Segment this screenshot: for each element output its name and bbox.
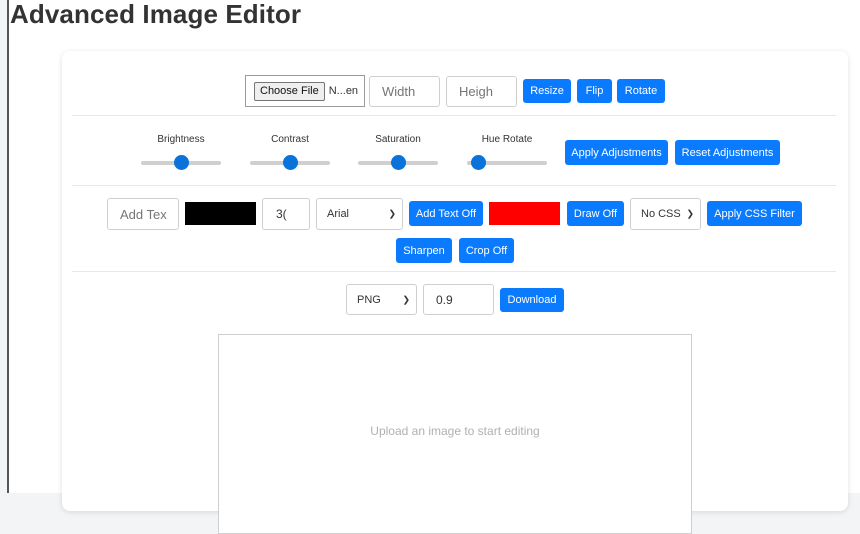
css-filter-value: No CSS bbox=[641, 208, 681, 220]
quality-input[interactable] bbox=[423, 284, 494, 315]
file-name-label: N...en bbox=[328, 85, 359, 97]
format-select[interactable]: PNG ❯ bbox=[346, 284, 417, 315]
brightness-label: Brightness bbox=[157, 134, 205, 145]
section-divider bbox=[72, 115, 836, 116]
page-title: Advanced Image Editor bbox=[10, 0, 302, 29]
font-family-select[interactable]: Arial ❯ bbox=[316, 198, 403, 230]
hue-rotate-slider[interactable] bbox=[467, 155, 547, 171]
reset-adjustments-button[interactable]: Reset Adjustments bbox=[675, 140, 780, 165]
apply-adjustments-button[interactable]: Apply Adjustments bbox=[565, 140, 668, 165]
slider-thumb[interactable] bbox=[471, 155, 486, 170]
height-input[interactable] bbox=[446, 76, 517, 107]
file-input[interactable]: Choose File N...en bbox=[245, 75, 365, 107]
sharpen-button[interactable]: Sharpen bbox=[396, 238, 452, 263]
slider-thumb[interactable] bbox=[173, 155, 189, 170]
draw-toggle-button[interactable]: Draw Off bbox=[567, 201, 624, 226]
resize-button[interactable]: Resize bbox=[523, 79, 571, 103]
image-canvas[interactable]: Upload an image to start editing bbox=[218, 334, 692, 534]
draw-color-picker[interactable] bbox=[489, 202, 560, 225]
slider-thumb[interactable] bbox=[282, 155, 298, 170]
saturation-slider[interactable] bbox=[358, 155, 438, 171]
contrast-label: Contrast bbox=[271, 134, 309, 145]
rotate-button[interactable]: Rotate bbox=[617, 79, 665, 103]
crop-toggle-button[interactable]: Crop Off bbox=[459, 238, 514, 263]
apply-css-filter-button[interactable]: Apply CSS Filter bbox=[707, 201, 802, 226]
brightness-slider[interactable] bbox=[141, 155, 221, 171]
window-left-border bbox=[7, 0, 9, 493]
slider-thumb[interactable] bbox=[390, 155, 406, 170]
add-text-input[interactable] bbox=[107, 198, 179, 230]
font-family-value: Arial bbox=[327, 208, 350, 220]
add-text-toggle-button[interactable]: Add Text Off bbox=[409, 201, 483, 226]
chevron-down-icon: ❯ bbox=[388, 208, 396, 219]
css-filter-select[interactable]: No CSS ❯ bbox=[630, 198, 701, 230]
section-divider bbox=[72, 185, 836, 186]
hue-rotate-label: Hue Rotate bbox=[481, 134, 533, 145]
font-size-input[interactable] bbox=[262, 198, 310, 230]
width-input[interactable] bbox=[369, 76, 440, 107]
text-color-picker[interactable] bbox=[185, 202, 256, 225]
saturation-label: Saturation bbox=[375, 134, 421, 145]
format-value: PNG bbox=[357, 293, 381, 306]
section-divider bbox=[72, 271, 836, 272]
contrast-slider[interactable] bbox=[250, 155, 330, 171]
flip-button[interactable]: Flip bbox=[577, 79, 612, 103]
download-button[interactable]: Download bbox=[500, 288, 564, 312]
choose-file-button[interactable]: Choose File bbox=[254, 81, 325, 101]
chevron-down-icon: ❯ bbox=[402, 294, 410, 304]
canvas-placeholder-text: Upload an image to start editing bbox=[370, 424, 540, 438]
chevron-down-icon: ❯ bbox=[686, 208, 694, 219]
